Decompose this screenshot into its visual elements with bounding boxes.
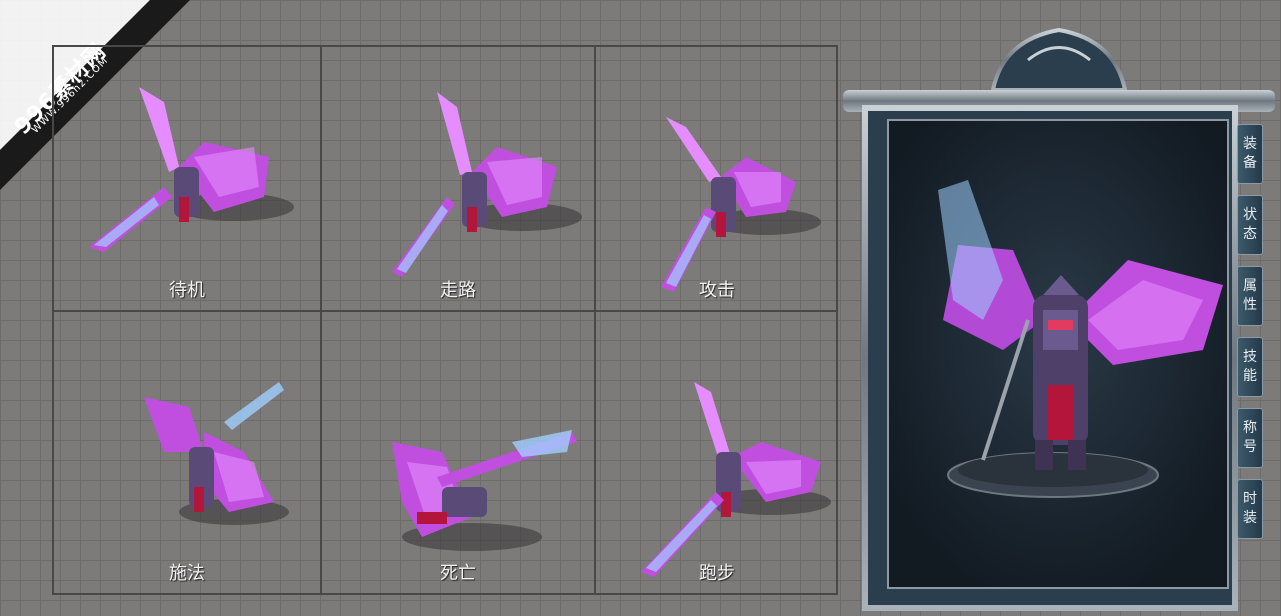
animation-cell-idle[interactable]: 待机 [54,47,322,312]
ornate-frame [843,27,1275,611]
animation-label-walk: 走路 [440,280,476,301]
animation-cell-attack[interactable]: 攻击 [596,47,838,312]
tab-equipment[interactable]: 装 备 [1237,124,1263,184]
character-sprite [89,87,294,252]
side-tab-bar: 装 备 状 态 属 性 技 能 称 号 时 装 [1237,124,1265,550]
character-panel: 装 备 状 态 属 性 技 能 称 号 时 装 [843,20,1275,616]
animation-cell-cast[interactable]: 施法 [54,312,322,593]
character-sprite [392,92,582,277]
animation-label-idle: 待机 [169,280,205,301]
animation-label-attack: 攻击 [699,280,735,301]
tab-attributes-char2: 性 [1243,297,1257,313]
animation-cell-walk[interactable]: 走路 [322,47,596,312]
character-sprite [144,382,289,525]
tab-attributes-char1: 属 [1243,278,1257,294]
tab-titles-char1: 称 [1243,420,1257,436]
tab-fashion-char1: 时 [1243,491,1257,507]
animation-label-death: 死亡 [440,563,476,584]
animation-grid: 待机 走路 攻击 施法 死亡 跑步 [52,45,838,595]
tab-skills-char2: 能 [1243,368,1257,384]
animation-label-cast: 施法 [169,563,205,584]
tab-status-char2: 态 [1243,226,1257,242]
tab-titles[interactable]: 称 号 [1237,408,1263,468]
tab-equipment-char1: 装 [1243,136,1257,152]
tab-titles-char2: 号 [1243,439,1257,455]
tab-status[interactable]: 状 态 [1237,195,1263,255]
character-sprite [661,117,821,292]
character-sprite [641,382,831,577]
tab-attributes[interactable]: 属 性 [1237,266,1263,326]
animation-label-run: 跑步 [699,563,735,584]
tab-fashion-char2: 装 [1243,510,1257,526]
tab-equipment-char2: 备 [1243,155,1257,171]
tab-skills-char1: 技 [1243,349,1257,365]
tab-skills[interactable]: 技 能 [1237,337,1263,397]
tab-status-char1: 状 [1243,207,1257,223]
tab-fashion[interactable]: 时 装 [1237,479,1263,539]
animation-cell-death[interactable]: 死亡 [322,312,596,593]
character-sprite [392,430,577,551]
animation-cell-run[interactable]: 跑步 [596,312,838,593]
